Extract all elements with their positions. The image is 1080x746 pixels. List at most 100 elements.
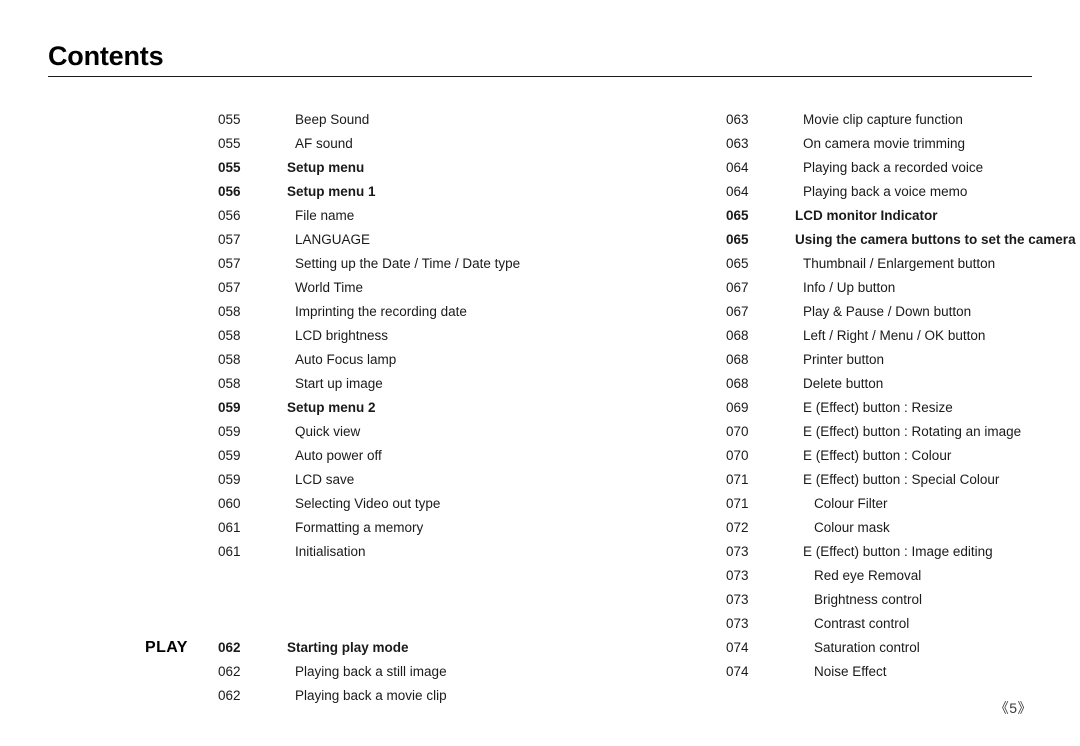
toc-entry[interactable]: 063 On camera movie trimming: [648, 132, 1068, 156]
toc-entry[interactable]: 073 Contrast control: [648, 612, 1068, 636]
toc-entry[interactable]: 058 LCD brightness: [140, 324, 600, 348]
toc-entry[interactable]: 058 Imprinting the recording date: [140, 300, 600, 324]
header-divider: [48, 76, 1032, 77]
toc-entry-label: Playing back a still image: [295, 664, 447, 679]
toc-entry[interactable]: 059 LCD save: [140, 468, 600, 492]
toc-entry-page-number: 055: [218, 112, 241, 127]
toc-entry-label: Auto power off: [295, 448, 382, 463]
toc-entry[interactable]: 059 Setup menu 2: [140, 396, 600, 420]
toc-entry[interactable]: 073 Red eye Removal: [648, 564, 1068, 588]
toc-entry-label: E (Effect) button : Rotating an image: [803, 424, 1022, 439]
toc-entry-label: LCD brightness: [295, 328, 389, 343]
toc-entry[interactable]: 061 Initialisation: [140, 540, 600, 564]
toc-entry[interactable]: 058 Start up image: [140, 372, 600, 396]
toc-entry-label: Printer button: [803, 352, 885, 367]
toc-entry-label: LCD save: [295, 472, 355, 487]
toc-entry-label: Auto Focus lamp: [295, 352, 397, 367]
toc-entry-label: Using the camera buttons to set the came…: [795, 232, 1076, 247]
toc-group-gap: [140, 564, 600, 636]
toc-entry-page-number: 058: [218, 304, 241, 319]
toc-entry-page-number: 074: [726, 664, 749, 679]
toc-entry-label: Thumbnail / Enlargement button: [803, 256, 996, 271]
toc-entry-label: Imprinting the recording date: [295, 304, 467, 319]
toc-entry[interactable]: 057 World Time: [140, 276, 600, 300]
toc-entry[interactable]: 059 Auto power off: [140, 444, 600, 468]
toc-entry[interactable]: PLAY 062 Starting play mode: [140, 636, 600, 660]
toc-entry[interactable]: 064 Playing back a recorded voice: [648, 156, 1068, 180]
toc-entry[interactable]: 070 E (Effect) button : Colour: [648, 444, 1068, 468]
page-title: Contents: [48, 41, 164, 71]
toc-entry-label: Start up image: [295, 376, 383, 391]
toc-entry-page-number: 074: [726, 640, 749, 655]
toc-entry-page-number: 073: [726, 616, 749, 631]
toc-entry[interactable]: 065 LCD monitor Indicator: [648, 204, 1068, 228]
toc-entry-label: Setup menu 2: [287, 400, 376, 415]
toc-entry[interactable]: 055 Setup menu: [140, 156, 600, 180]
toc-entry[interactable]: 055 Beep Sound: [140, 108, 600, 132]
toc-entry[interactable]: 056 File name: [140, 204, 600, 228]
toc-entry[interactable]: 074 Noise Effect: [648, 660, 1068, 684]
toc-entry-page-number: 057: [218, 256, 241, 271]
toc-entry-page-number: 059: [218, 472, 241, 487]
toc-entry[interactable]: 058 Auto Focus lamp: [140, 348, 600, 372]
toc-entry[interactable]: 068 Printer button: [648, 348, 1068, 372]
toc-entry[interactable]: 060 Selecting Video out type: [140, 492, 600, 516]
toc-entry-label: Play & Pause / Down button: [803, 304, 972, 319]
toc-entry-page-number: 065: [726, 256, 749, 271]
toc-entry[interactable]: 062 Playing back a movie clip: [140, 684, 600, 708]
toc-entry[interactable]: 057 Setting up the Date / Time / Date typ…: [140, 252, 600, 276]
toc-entry[interactable]: 062 Playing back a still image: [140, 660, 600, 684]
toc-entry[interactable]: 071 Colour Filter: [648, 492, 1068, 516]
toc-entry-label: Beep Sound: [295, 112, 370, 127]
toc-entry[interactable]: 070 E (Effect) button : Rotating an image: [648, 420, 1068, 444]
toc-entry-label: Selecting Video out type: [295, 496, 441, 511]
toc-entry-page-number: 055: [218, 136, 241, 151]
toc-entry[interactable]: 067 Info / Up button: [648, 276, 1068, 300]
toc-entry-label: LCD monitor Indicator: [795, 208, 938, 223]
toc-entry-label: Setup menu: [287, 160, 365, 175]
toc-entry[interactable]: 069 E (Effect) button : Resize: [648, 396, 1068, 420]
toc-entry[interactable]: 068 Left / Right / Menu / OK button: [648, 324, 1068, 348]
toc-entry-page-number: 062: [218, 640, 241, 655]
toc-entry-page-number: 061: [218, 544, 241, 559]
toc-entry-label: Starting play mode: [287, 640, 409, 655]
toc-entry-page-number: 067: [726, 280, 749, 295]
toc-entry[interactable]: 073 Brightness control: [648, 588, 1068, 612]
toc-entry-page-number: 072: [726, 520, 749, 535]
toc-entry-page-number: 073: [726, 544, 749, 559]
toc-entry[interactable]: 067 Play & Pause / Down button: [648, 300, 1068, 324]
toc-entry[interactable]: 072 Colour mask: [648, 516, 1068, 540]
toc-entry[interactable]: 056 Setup menu 1: [140, 180, 600, 204]
toc-entry[interactable]: 059 Quick view: [140, 420, 600, 444]
toc-entry[interactable]: 055 AF sound: [140, 132, 600, 156]
toc-entry-label: Formatting a memory: [295, 520, 424, 535]
toc-entry[interactable]: 073 E (Effect) button : Image editing: [648, 540, 1068, 564]
toc-entry-label: E (Effect) button : Resize: [803, 400, 953, 415]
toc-entry[interactable]: 065 Using the camera buttons to set the c…: [648, 228, 1076, 252]
toc-entry[interactable]: 063 Movie clip capture function: [648, 108, 1068, 132]
toc-entry-page-number: 058: [218, 328, 241, 343]
toc-entry-label: Playing back a voice memo: [803, 184, 968, 199]
toc-entry-label: Saturation control: [814, 640, 920, 655]
toc-entry-label: Red eye Removal: [814, 568, 922, 583]
toc-entry-label: Left / Right / Menu / OK button: [803, 328, 986, 343]
toc-entry-label: Playing back a recorded voice: [803, 160, 984, 175]
toc-entry[interactable]: 064 Playing back a voice memo: [648, 180, 1068, 204]
toc-entry-page-number: 068: [726, 376, 749, 391]
toc-entry-page-number: 063: [726, 112, 749, 127]
toc-entry[interactable]: 057 LANGUAGE: [140, 228, 600, 252]
toc-entry[interactable]: 071 E (Effect) button : Special Colour: [648, 468, 1068, 492]
toc-entry-page-number: 062: [218, 688, 241, 703]
toc-entry-label: E (Effect) button : Special Colour: [803, 472, 1000, 487]
toc-entry-page-number: 061: [218, 520, 241, 535]
toc-entry[interactable]: 068 Delete button: [648, 372, 1068, 396]
toc-entry-page-number: 060: [218, 496, 241, 511]
toc-entry-page-number: 071: [726, 496, 749, 511]
page-header: Contents: [48, 40, 1032, 77]
toc-entry[interactable]: 065 Thumbnail / Enlargement button: [648, 252, 1068, 276]
toc-entry[interactable]: 061 Formatting a memory: [140, 516, 600, 540]
toc-entry-label: AF sound: [295, 136, 353, 151]
toc-entry[interactable]: 074 Saturation control: [648, 636, 1068, 660]
toc-entry-page-number: 073: [726, 592, 749, 607]
toc-entry-page-number: 069: [726, 400, 749, 415]
